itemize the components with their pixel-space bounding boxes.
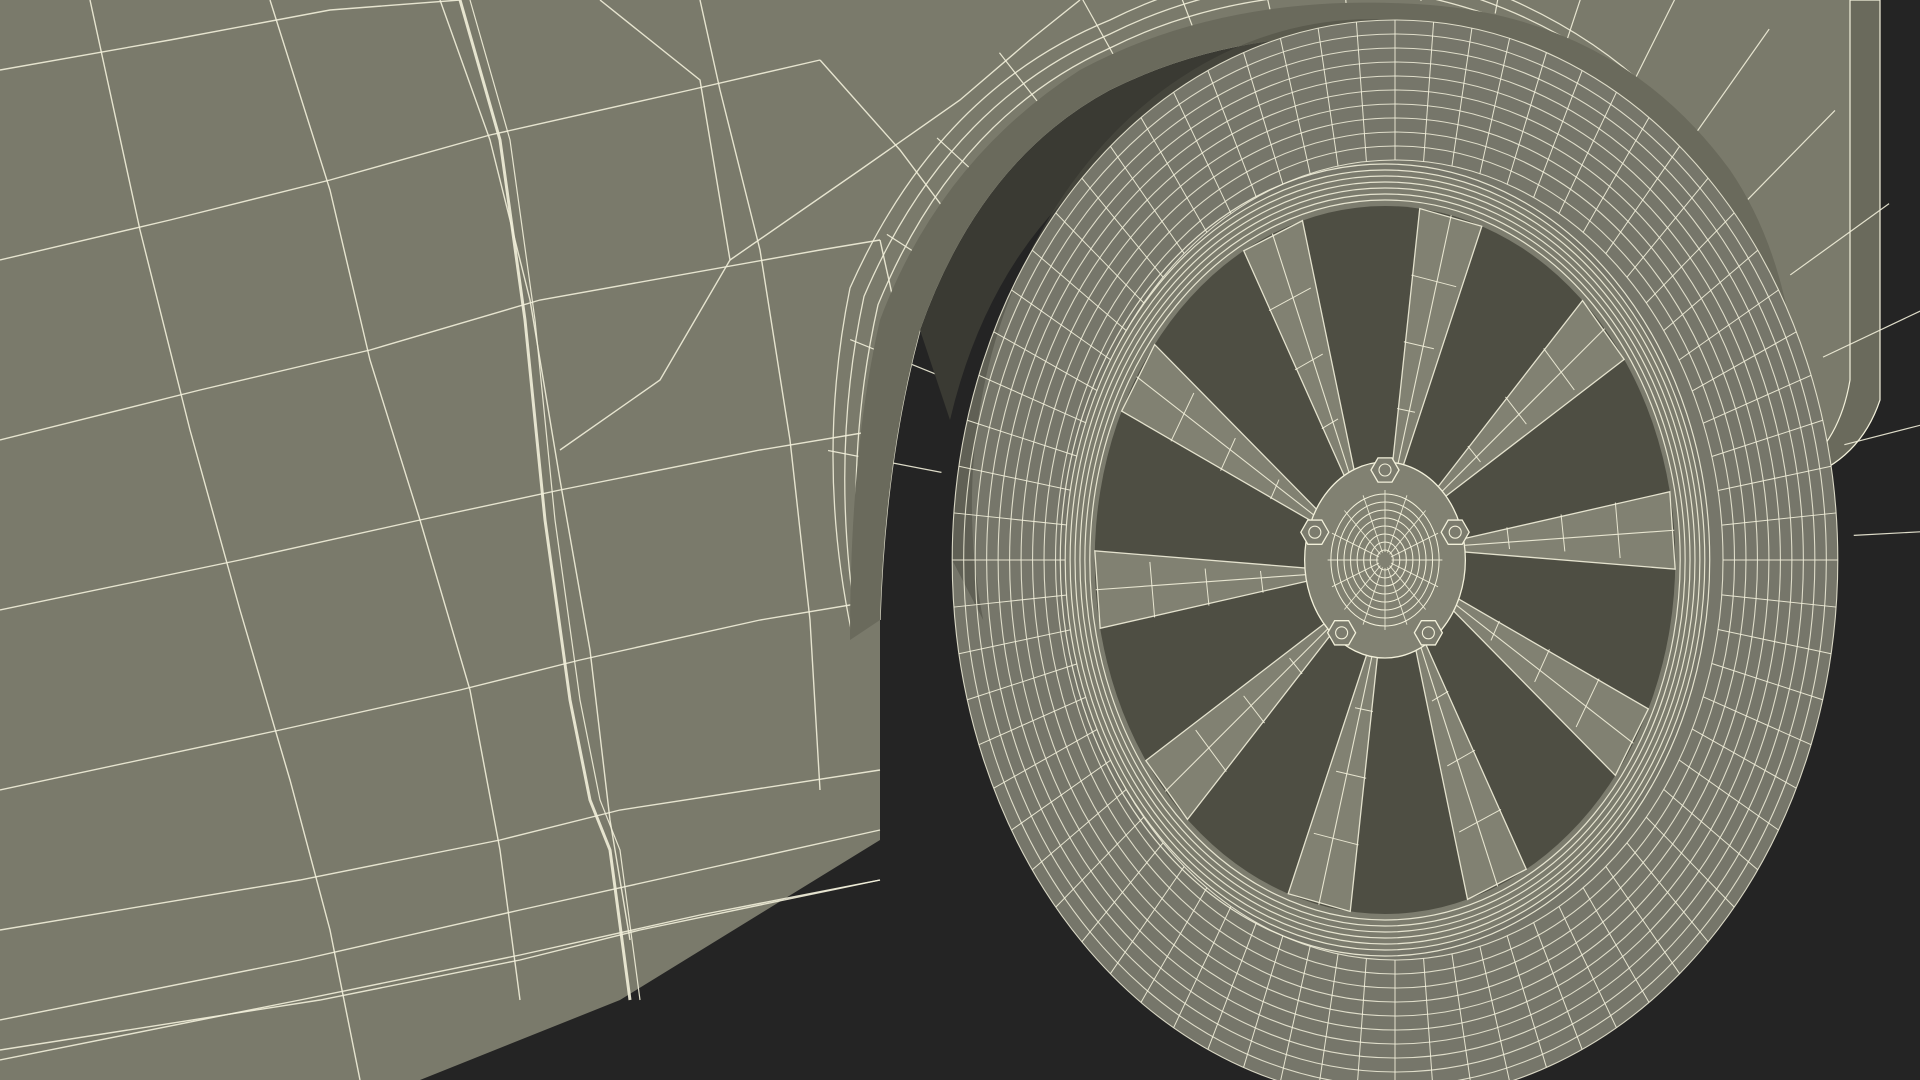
wireframe-render	[0, 0, 1920, 1080]
render-viewport	[0, 0, 1920, 1080]
lug-nut	[1440, 519, 1470, 545]
lug-nut	[1326, 620, 1357, 646]
lug-nut	[1370, 457, 1400, 483]
lug-nut	[1413, 620, 1444, 646]
lug-nut	[1300, 519, 1330, 545]
front-wheel	[951, 19, 1839, 1080]
